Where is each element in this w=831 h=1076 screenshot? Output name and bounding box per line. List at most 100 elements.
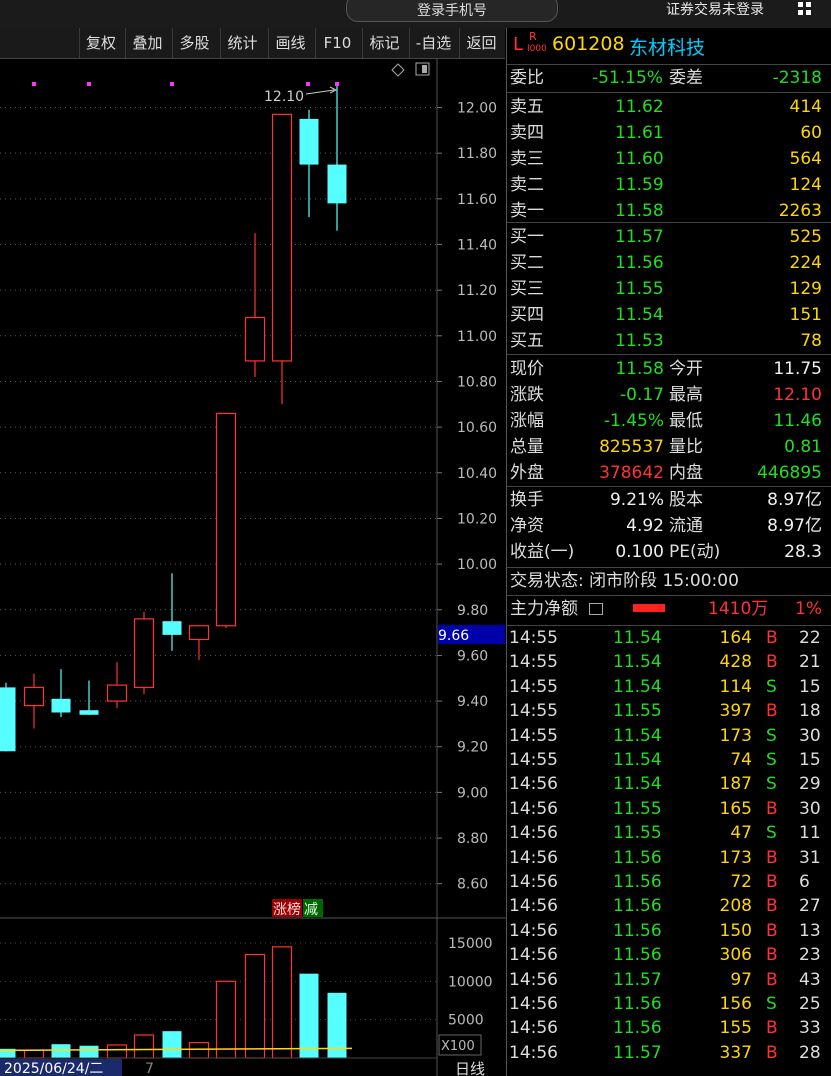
candle-body[interactable]	[299, 118, 319, 165]
bid-row[interactable]: 买一 11.57 525	[507, 224, 831, 250]
event-marker[interactable]	[87, 82, 91, 86]
candle-body[interactable]	[0, 687, 16, 752]
candle-body[interactable]	[23, 686, 45, 707]
bid-row[interactable]: 买五 11.53 78	[507, 328, 831, 354]
trade-row[interactable]: 14:56 11.55 47 S 11	[507, 821, 831, 845]
trade-row[interactable]: 14:55 11.55 397 B 18	[507, 699, 831, 723]
bid-row[interactable]: 买三 11.55 129	[507, 276, 831, 302]
trade-time: 14:56	[509, 847, 558, 868]
volume-bar[interactable]	[271, 946, 293, 1059]
ask-row[interactable]: 卖四 11.61 60	[507, 120, 831, 146]
trade-row[interactable]: 14:55 11.54 428 B 21	[507, 650, 831, 674]
volume-bar[interactable]	[244, 953, 266, 1059]
trade-time: 14:55	[509, 628, 558, 648]
trade-row[interactable]: 14:55 11.54 74 S 15	[507, 748, 831, 772]
toolbar-fuquan-button[interactable]: 复权	[79, 28, 122, 58]
trade-row[interactable]: 14:56 11.57 97 B 43	[507, 968, 831, 992]
trade-side: S	[766, 823, 777, 844]
zhangbang-badge[interactable]: 涨榜	[273, 901, 301, 918]
toolbar-draw-button[interactable]: 画线	[268, 28, 312, 58]
ask-label: 卖一	[510, 201, 544, 221]
trade-row[interactable]: 14:56 11.57 337 B 28	[507, 1041, 831, 1065]
trade-side: B	[766, 652, 778, 673]
trade-row[interactable]: 14:55 11.54 173 S 30	[507, 724, 831, 748]
candle-body[interactable]	[106, 684, 128, 702]
candle-body[interactable]	[79, 710, 99, 715]
ask-row[interactable]: 卖三 11.60 564	[507, 146, 831, 172]
grid-menu-icon[interactable]	[795, 0, 815, 20]
trade-row[interactable]: 14:55 11.54 164 B 22	[507, 626, 831, 650]
toolbar-f10-button[interactable]: F10	[315, 28, 359, 58]
price-tick-label: 8.80	[457, 831, 488, 847]
candle-body[interactable]	[51, 698, 71, 713]
high-price-annotation: 12.10	[264, 89, 304, 105]
event-marker[interactable]	[306, 82, 310, 86]
toolbar-remove-watchlist-button[interactable]: -自选	[409, 28, 457, 58]
trade-count: 25	[799, 994, 821, 1014]
quote-label: 今开	[669, 359, 703, 379]
candle-body[interactable]	[327, 164, 347, 204]
trade-row[interactable]: 14:56 11.56 306 B 23	[507, 943, 831, 967]
quote-value: 11.46	[773, 411, 822, 431]
candle-body[interactable]	[215, 412, 237, 627]
volume-bar[interactable]	[23, 1049, 45, 1059]
event-marker[interactable]	[335, 82, 339, 86]
ask-row[interactable]: 卖二 11.59 124	[507, 172, 831, 198]
candle-body[interactable]	[162, 621, 182, 635]
list-icon[interactable]	[589, 603, 603, 615]
trade-row[interactable]: 14:56 11.56 156 S 25	[507, 992, 831, 1016]
candle-body[interactable]	[188, 625, 210, 641]
toolbar-stats-button[interactable]: 统计	[220, 28, 264, 58]
candle-body[interactable]	[244, 316, 266, 362]
trade-row[interactable]: 14:56 11.54 187 S 29	[507, 772, 831, 796]
volume-bar[interactable]	[133, 1034, 155, 1059]
volume-bar[interactable]	[106, 1044, 128, 1059]
volume-bar[interactable]	[299, 973, 319, 1058]
quote-value: 825537	[599, 437, 664, 457]
trade-row[interactable]: 14:56 11.56 72 B 6	[507, 870, 831, 894]
candle-body[interactable]	[271, 113, 293, 362]
trade-row[interactable]: 14:56 11.56 150 B 13	[507, 919, 831, 943]
fundamental-row: 换手 9.21% 股本 8.97亿	[507, 487, 831, 513]
toolbar-multistock-button[interactable]: 多股	[172, 28, 216, 58]
bid-row[interactable]: 买二 11.56 224	[507, 250, 831, 276]
stock-code[interactable]: 601208	[552, 33, 625, 55]
fundamental-label: PE(动)	[669, 542, 721, 562]
volume-bar[interactable]	[188, 1042, 210, 1059]
trade-login-status[interactable]: 证券交易未登录	[666, 0, 764, 20]
weibi-row: 委比 -51.15% 委差 -2318	[507, 65, 831, 91]
candle-body[interactable]	[133, 618, 155, 688]
trade-count: 43	[799, 969, 821, 990]
bid-volume: 78	[800, 331, 822, 351]
diamond-icon[interactable]	[391, 63, 405, 77]
trade-row[interactable]: 14:56 11.56 173 B 31	[507, 846, 831, 870]
bid-label: 买五	[510, 331, 544, 351]
jian-badge[interactable]: 减	[304, 902, 318, 918]
volume-bar[interactable]	[79, 1045, 99, 1058]
event-marker[interactable]	[170, 82, 174, 86]
period-label[interactable]: 日线	[455, 1060, 485, 1076]
trade-row[interactable]: 14:55 11.54 114 S 15	[507, 675, 831, 699]
trade-time: 14:56	[509, 945, 558, 966]
bid-row[interactable]: 买四 11.54 151	[507, 302, 831, 328]
stock-name[interactable]: 东材科技	[629, 33, 705, 60]
trade-side: B	[766, 701, 778, 722]
trade-row[interactable]: 14:56 11.56 208 B 27	[507, 894, 831, 918]
bid-label: 买二	[510, 253, 544, 273]
ask-row[interactable]: 卖五 11.62 414	[507, 94, 831, 120]
trade-row[interactable]: 14:56 11.55 165 B 30	[507, 797, 831, 821]
toolbar-back-button[interactable]: 返回	[459, 28, 503, 58]
event-marker[interactable]	[32, 82, 36, 86]
trade-row[interactable]: 14:56 11.56 155 B 33	[507, 1016, 831, 1040]
volume-bar[interactable]	[51, 1044, 71, 1058]
toolbar-overlay-button[interactable]: 叠加	[125, 28, 169, 58]
login-phone-button[interactable]: 登录手机号	[346, 0, 558, 22]
volume-bar[interactable]	[162, 1031, 182, 1058]
panel-toggle-icon[interactable]	[415, 62, 430, 76]
volume-bar[interactable]	[215, 980, 237, 1059]
trade-price: 11.56	[613, 872, 662, 892]
trade-price: 11.56	[613, 994, 662, 1014]
toolbar-mark-button[interactable]: 标记	[362, 28, 406, 58]
kline-chart[interactable]: 12.00 11.80 11.60 11.40 11.20 11.00 10.80 10.60…	[0, 58, 506, 1076]
ask-row[interactable]: 卖一 11.58 2263	[507, 198, 831, 224]
